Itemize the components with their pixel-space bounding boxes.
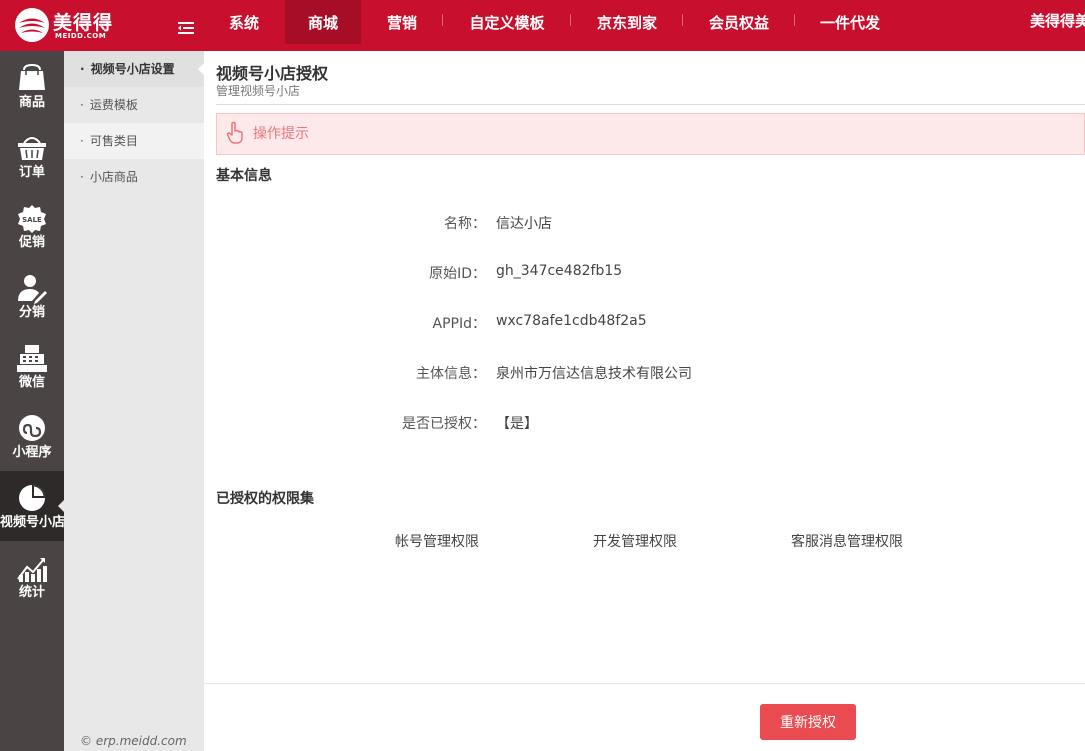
- cash-register-icon: [17, 345, 47, 372]
- submenu-item-label: 运费模板: [89, 98, 138, 112]
- nav-item[interactable]: 一件代发: [795, 0, 905, 44]
- field-value: gh_347ce482fb15: [496, 263, 623, 279]
- bag-icon: [19, 63, 45, 90]
- submenu-item[interactable]: · 视频号小店设置: [64, 51, 204, 87]
- sale-badge-icon: SALE: [18, 205, 46, 233]
- sidebar-item[interactable]: SALE 促销: [0, 191, 64, 261]
- page-title: 视频号小店授权: [216, 64, 329, 83]
- sidebar-item[interactable]: 小程序: [0, 401, 64, 471]
- title-divider: [216, 104, 1085, 105]
- permission-customer-service: 客服消息管理权限: [791, 534, 903, 550]
- submenu-item[interactable]: · 可售类目: [64, 123, 204, 159]
- sidebar-item[interactable]: 订单: [0, 121, 64, 191]
- nav-item[interactable]: 商城: [285, 0, 361, 44]
- svg-text:SALE: SALE: [22, 216, 42, 224]
- sidebar-item-label: 订单: [18, 165, 45, 180]
- nav-item-label: 一件代发: [819, 13, 880, 32]
- nav-item-label: 会员权益: [708, 13, 769, 32]
- nav-item-label: 营销: [386, 13, 417, 32]
- field-label: 是否已授权：: [402, 416, 486, 432]
- sidebar-item[interactable]: 视频号小店: [0, 471, 66, 541]
- sidebar-item[interactable]: 商品: [0, 51, 64, 121]
- footer-divider: [204, 683, 1085, 684]
- sidebar-item-label: 商品: [18, 95, 45, 110]
- bullet-dot: ·: [80, 98, 84, 112]
- sidebar-item-label: 促销: [18, 235, 45, 250]
- logo-text: 美得得: [53, 12, 114, 34]
- menu-toggle-icon[interactable]: [178, 22, 194, 34]
- nav-item-label: 商城: [307, 13, 338, 32]
- logo-subtext: MEIDD.COM: [55, 32, 107, 40]
- nav-item-label: 京东到家: [596, 13, 657, 32]
- sidebar-item[interactable]: 分销: [0, 261, 64, 331]
- nav-item[interactable]: 系统: [203, 0, 285, 44]
- pie-chart-icon: [19, 485, 45, 511]
- field-value: wxc78afe1cdb48f2a5: [496, 313, 647, 329]
- copyright-text: © erp.meidd.com: [80, 734, 187, 748]
- reauthorize-button[interactable]: 重新授权: [760, 704, 856, 740]
- nav-item[interactable]: 自定义模板: [443, 0, 571, 44]
- bar-chart-icon: [17, 558, 47, 582]
- sidebar-item-label: 分销: [18, 305, 45, 320]
- tip-label: 操作提示: [253, 126, 309, 142]
- permission-account: 帐号管理权限: [395, 534, 479, 550]
- page-subtitle: 管理视频号小店: [216, 84, 301, 98]
- operation-tip[interactable]: 操作提示: [216, 113, 1085, 155]
- field-label: 主体信息：: [416, 366, 486, 382]
- sidebar-item-label: 微信: [18, 375, 45, 390]
- submenu-item-label: 可售类目: [89, 134, 138, 148]
- bullet-dot: ·: [80, 134, 84, 148]
- nav-item-label: 系统: [228, 13, 259, 32]
- submenu-item-label: 视频号小店设置: [90, 62, 175, 76]
- submenu-item-label: 小店商品: [89, 170, 138, 184]
- field-value: 【是】: [496, 416, 538, 432]
- nav-item[interactable]: 营销: [361, 0, 443, 44]
- basic-info-title: 基本信息: [216, 168, 272, 184]
- pointer-hand-icon: [226, 121, 243, 144]
- basket-icon: [18, 137, 46, 160]
- sidebar-item[interactable]: 微信: [0, 331, 64, 401]
- submenu-item[interactable]: · 运费模板: [64, 87, 204, 123]
- sidebar-item-label: 统计: [18, 585, 45, 600]
- field-label: APPId：: [432, 316, 486, 332]
- bullet-dot: ·: [80, 62, 85, 76]
- field-value: 泉州市万信达信息技术有限公司: [496, 366, 692, 382]
- nav-item[interactable]: 会员权益: [683, 0, 795, 44]
- nav-item[interactable]: 京东到家: [571, 0, 683, 44]
- icon-sidebar: 商品订单 SALE 促销分销微信小程序视频号小店统计: [0, 51, 66, 751]
- field-label: 原始ID：: [429, 266, 486, 282]
- miniprogram-icon: [19, 415, 45, 441]
- main-content: 视频号小店授权 管理视频号小店 操作提示 基本信息 名称： 信达小店原始ID： gh…: [204, 51, 1085, 751]
- logo[interactable]: 美得得 MEIDD.COM: [13, 5, 123, 45]
- submenu-item[interactable]: · 小店商品: [64, 159, 204, 195]
- sidebar-item[interactable]: 统计: [0, 541, 64, 611]
- nav-item-label: 自定义模板: [469, 13, 545, 32]
- field-value: 信达小店: [496, 216, 552, 232]
- top-navbar: 美得得 MEIDD.COM 系统 商城 营销 自定义模板 京东到家 会员权益 一件代发 美得…: [0, 0, 1085, 51]
- logo-mark-icon: [15, 8, 49, 42]
- field-label: 名称：: [444, 216, 486, 232]
- bullet-dot: ·: [80, 170, 84, 184]
- sidebar-item-label: 视频号小店: [0, 515, 66, 530]
- sidebar-item-label: 小程序: [12, 445, 52, 460]
- permission-development: 开发管理权限: [593, 534, 677, 550]
- sub-menu: · 视频号小店设置 · 运费模板 · 可售类目 · 小店商品: [64, 51, 204, 751]
- user-edit-icon: [18, 275, 47, 304]
- brand-name: 美得得美: [1030, 12, 1085, 30]
- permissions-title: 已授权的权限集: [216, 491, 314, 507]
- main-nav: 系统 商城 营销 自定义模板 京东到家 会员权益 一件代发: [203, 0, 905, 51]
